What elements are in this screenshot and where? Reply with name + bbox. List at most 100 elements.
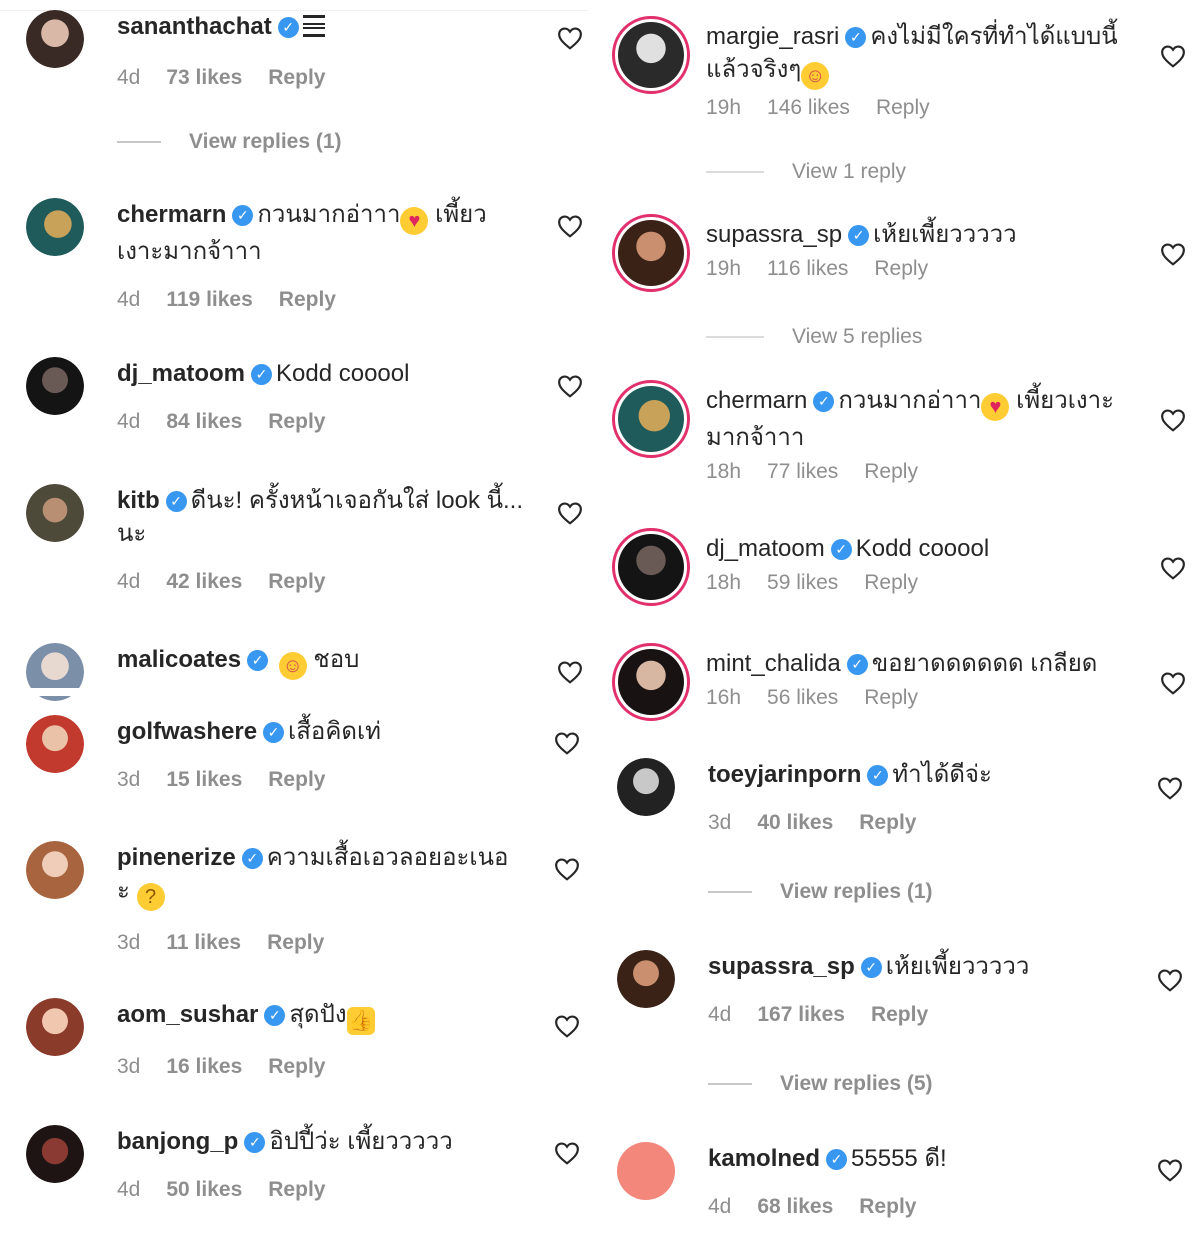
heart-icon[interactable] <box>557 660 583 684</box>
view-replies-button[interactable]: View replies (1) <box>708 880 933 904</box>
heart-icon[interactable] <box>554 1014 580 1038</box>
username[interactable]: mint_chalida <box>706 650 841 677</box>
likes-count[interactable]: 116 likes <box>767 257 848 280</box>
tongue-emoji-icon: ☺ <box>278 652 307 680</box>
avatar[interactable] <box>26 715 84 773</box>
username[interactable]: sananthachat <box>117 13 272 40</box>
reply-button[interactable]: Reply <box>268 768 325 791</box>
username[interactable]: supassra_sp <box>706 221 842 248</box>
username[interactable]: aom_sushar <box>117 1001 258 1028</box>
view-replies-button[interactable]: View 5 replies <box>706 325 922 349</box>
reply-button[interactable]: Reply <box>268 66 325 89</box>
likes-count[interactable]: 167 likes <box>757 1003 845 1026</box>
likes-count[interactable]: 56 likes <box>767 686 838 709</box>
username[interactable]: dj_matoom <box>706 535 825 562</box>
username[interactable]: banjong_p <box>117 1128 238 1155</box>
heart-icon[interactable] <box>1157 1158 1183 1182</box>
reply-button[interactable]: Reply <box>874 257 928 280</box>
likes-count[interactable]: 50 likes <box>166 1178 242 1201</box>
reply-button[interactable]: Reply <box>864 460 918 483</box>
likes-count[interactable]: 59 likes <box>767 571 838 594</box>
likes-count[interactable]: 15 likes <box>166 768 242 791</box>
reply-button[interactable]: Reply <box>268 1055 325 1078</box>
username[interactable]: malicoates <box>117 646 241 673</box>
comment-time: 18h <box>706 460 742 483</box>
heart-icon[interactable] <box>1160 408 1186 432</box>
likes-count[interactable]: 84 likes <box>166 410 242 433</box>
reply-button[interactable]: Reply <box>279 288 336 311</box>
view-replies-button[interactable]: View 1 reply <box>706 160 906 184</box>
heart-icon[interactable] <box>554 857 580 881</box>
avatar[interactable] <box>617 1142 675 1200</box>
username[interactable]: toeyjarinporn <box>708 761 861 788</box>
view-replies-button[interactable]: View replies (1) <box>117 130 342 154</box>
verified-badge-icon: ✓ <box>241 848 263 869</box>
reply-button[interactable]: Reply <box>876 96 930 119</box>
likes-count[interactable]: 68 likes <box>757 1195 833 1218</box>
reply-button[interactable]: Reply <box>864 571 918 594</box>
view-replies-button[interactable]: View replies (5) <box>708 1072 933 1096</box>
avatar[interactable] <box>26 998 84 1056</box>
likes-count[interactable]: 146 likes <box>767 96 850 119</box>
heart-icon[interactable] <box>1160 44 1186 68</box>
username[interactable]: kamolned <box>708 1145 820 1172</box>
username[interactable]: margie_rasri <box>706 23 839 50</box>
heart-icon[interactable] <box>554 731 580 755</box>
username[interactable]: kitb <box>117 487 160 514</box>
comment-text: คงไม่มีใครที่ทำได้แบบนี้ <box>870 23 1118 50</box>
username[interactable]: pinenerize <box>117 844 236 871</box>
verified-badge-icon: ✓ <box>251 364 273 385</box>
heart-icon[interactable] <box>1157 968 1183 992</box>
heart-icon[interactable] <box>1160 556 1186 580</box>
likes-count[interactable]: 11 likes <box>166 931 241 954</box>
username[interactable]: chermarn <box>706 387 807 414</box>
avatar[interactable] <box>617 950 675 1008</box>
reply-button[interactable]: Reply <box>859 1195 916 1218</box>
reply-button[interactable]: Reply <box>864 686 918 709</box>
avatar[interactable] <box>612 528 690 606</box>
heart-icon[interactable] <box>557 26 583 50</box>
avatar[interactable] <box>26 484 84 542</box>
heart-eyes-emoji-icon: ♥ <box>981 393 1010 421</box>
avatar[interactable] <box>26 10 84 68</box>
reply-button[interactable]: Reply <box>859 811 916 834</box>
likes-count[interactable]: 16 likes <box>166 1055 242 1078</box>
heart-icon[interactable] <box>1160 671 1186 695</box>
avatar[interactable] <box>617 758 675 816</box>
reply-button[interactable]: Reply <box>268 1178 325 1201</box>
heart-icon[interactable] <box>1157 776 1183 800</box>
likes-count[interactable]: 73 likes <box>166 66 242 89</box>
likes-count[interactable]: 42 likes <box>166 570 242 593</box>
comment-text: เสื้อคิดเท่ <box>288 718 381 745</box>
likes-count[interactable]: 77 likes <box>767 460 838 483</box>
username[interactable]: chermarn <box>117 201 226 228</box>
verified-badge-icon: ✓ <box>830 539 852 560</box>
heart-icon[interactable] <box>1160 242 1186 266</box>
comment-text: สุดปัง <box>289 1001 347 1028</box>
likes-count[interactable]: 40 likes <box>757 811 833 834</box>
avatar[interactable] <box>26 841 84 899</box>
username[interactable]: golfwashere <box>117 718 257 745</box>
avatar[interactable] <box>26 357 84 415</box>
avatar[interactable] <box>612 214 690 292</box>
comment-text: มากจ้าาา <box>706 424 805 451</box>
reply-button[interactable]: Reply <box>267 931 324 954</box>
heart-icon[interactable] <box>554 1141 580 1165</box>
avatar[interactable] <box>26 198 84 256</box>
username[interactable]: dj_matoom <box>117 360 245 387</box>
likes-count[interactable]: 119 likes <box>166 288 252 311</box>
avatar[interactable] <box>612 16 690 94</box>
reply-button[interactable]: Reply <box>268 570 325 593</box>
avatar[interactable] <box>26 1125 84 1183</box>
reply-button[interactable]: Reply <box>268 410 325 433</box>
heart-icon[interactable] <box>557 501 583 525</box>
heart-icon[interactable] <box>557 214 583 238</box>
verified-badge-icon: ✓ <box>263 722 285 743</box>
avatar[interactable] <box>612 380 690 458</box>
reply-button[interactable]: Reply <box>871 1003 928 1026</box>
avatar[interactable] <box>612 643 690 721</box>
username[interactable]: supassra_sp <box>708 953 855 980</box>
comment-time: 18h <box>706 571 742 594</box>
heart-icon[interactable] <box>557 374 583 398</box>
screenshot-seam <box>0 688 580 696</box>
